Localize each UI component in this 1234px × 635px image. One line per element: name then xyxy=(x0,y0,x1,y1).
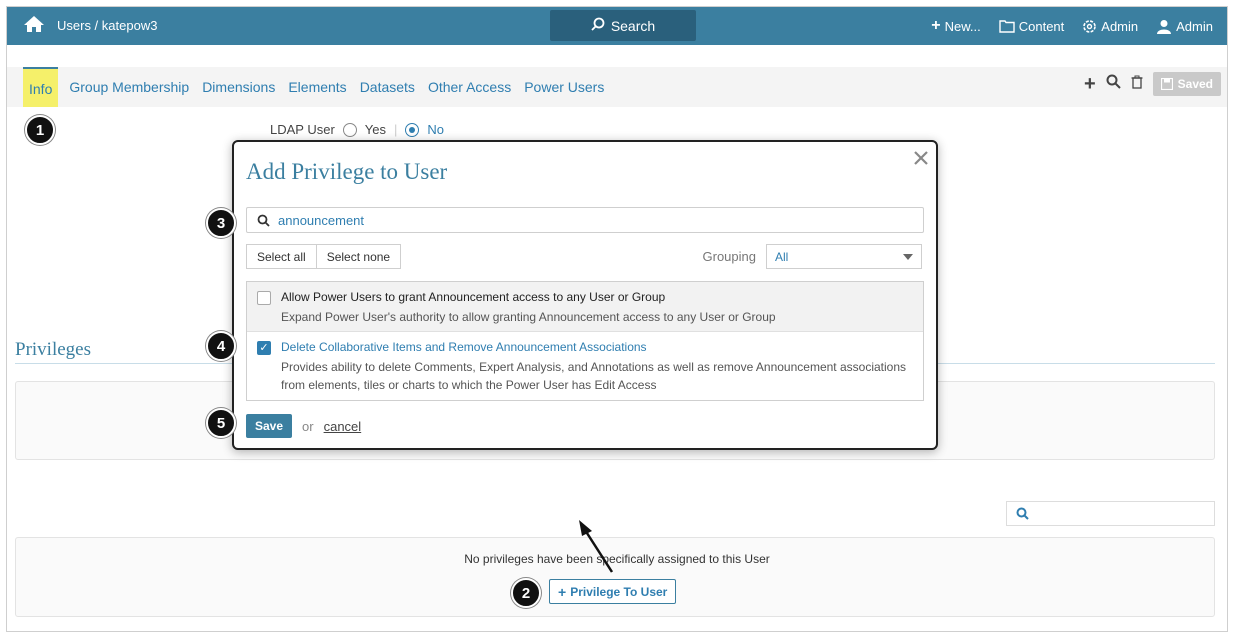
callout-2: 2 xyxy=(511,578,541,608)
ldap-yes-radio[interactable] xyxy=(342,122,357,137)
privilege-checkbox-checked[interactable]: ✓ xyxy=(257,341,271,355)
callout-4: 4 xyxy=(206,331,236,361)
divider: | xyxy=(394,122,398,137)
tab-dimensions[interactable]: Dimensions xyxy=(202,67,275,107)
top-right-nav: + New... Content Admin Admin xyxy=(931,17,1213,35)
plus-icon: + xyxy=(558,583,567,600)
tab-elements[interactable]: Elements xyxy=(288,67,346,107)
chevron-down-icon xyxy=(903,253,913,260)
add-privilege-modal: Add Privilege to User announcement Selec… xyxy=(232,140,938,450)
breadcrumb: Users / katepow3 xyxy=(23,15,157,36)
selection-buttons: Select all Select none xyxy=(246,244,402,269)
tab-datasets[interactable]: Datasets xyxy=(360,67,415,107)
callout-5: 5 xyxy=(206,408,236,438)
tab-other-access[interactable]: Other Access xyxy=(428,67,511,107)
user-label: Admin xyxy=(1176,18,1213,34)
grouping-field: Grouping All xyxy=(703,244,922,269)
user-menu[interactable]: Admin xyxy=(1156,19,1213,34)
page-toolbar: + Saved xyxy=(1084,72,1221,96)
list-item[interactable]: ✓ Delete Collaborative Items and Remove … xyxy=(247,332,923,400)
search-icon xyxy=(1016,507,1029,520)
add-icon[interactable]: + xyxy=(1084,73,1096,96)
breadcrumb-text[interactable]: Users / katepow3 xyxy=(57,18,157,33)
ldap-yes-label: Yes xyxy=(364,122,387,137)
ldap-label: LDAP User xyxy=(270,122,335,137)
ldap-user-field: LDAP User Yes | No xyxy=(270,122,444,137)
trash-icon[interactable] xyxy=(1131,75,1143,94)
gear-icon xyxy=(1083,19,1097,33)
new-label: New... xyxy=(944,18,981,34)
content-label: Content xyxy=(1018,18,1065,34)
privilege-list: Allow Power Users to grant Announcement … xyxy=(246,281,924,401)
select-none-button[interactable]: Select none xyxy=(316,244,402,269)
home-icon[interactable] xyxy=(23,15,45,36)
saved-button[interactable]: Saved xyxy=(1152,72,1221,96)
content-menu[interactable]: Content xyxy=(999,18,1065,34)
search-label: Search xyxy=(610,17,656,34)
folder-icon xyxy=(999,20,1015,33)
list-item[interactable]: Allow Power Users to grant Announcement … xyxy=(247,282,923,332)
ldap-no-label: No xyxy=(427,122,445,137)
callout-3: 3 xyxy=(206,208,236,238)
search-icon[interactable] xyxy=(1106,74,1121,94)
close-icon[interactable] xyxy=(914,148,928,171)
saved-label: Saved xyxy=(1177,77,1213,91)
save-icon xyxy=(1160,78,1173,90)
new-menu[interactable]: + New... xyxy=(931,17,980,35)
select-all-button[interactable]: Select all xyxy=(246,244,317,269)
plus-icon: + xyxy=(931,17,941,34)
privileges-panel-bottom xyxy=(15,537,1215,617)
add-privilege-label: Privilege To User xyxy=(570,584,668,599)
privileges-heading: Privileges xyxy=(15,339,91,360)
privilege-title: Allow Power Users to grant Announcement … xyxy=(281,290,666,304)
modal-title: Add Privilege to User xyxy=(246,159,448,184)
grouping-label: Grouping xyxy=(702,249,756,264)
search-icon xyxy=(591,17,605,34)
top-navigation-bar: Users / katepow3 Search + New... Content … xyxy=(7,7,1227,45)
tab-group-membership[interactable]: Group Membership xyxy=(69,67,189,107)
no-privileges-text: No privileges have been specifically ass… xyxy=(464,552,770,566)
tab-power-users[interactable]: Power Users xyxy=(524,67,604,107)
modal-search-input[interactable]: announcement xyxy=(246,207,924,233)
tab-info[interactable]: Info xyxy=(23,67,59,107)
admin-menu[interactable]: Admin xyxy=(1082,19,1138,34)
grouping-value: All xyxy=(775,249,789,264)
app-frame: Users / katepow3 Search + New... Content … xyxy=(6,6,1228,632)
or-text: or xyxy=(302,418,314,434)
privileges-search-input[interactable] xyxy=(1006,501,1215,526)
privilege-checkbox[interactable] xyxy=(257,291,271,305)
modal-search-value: announcement xyxy=(278,212,365,228)
privilege-description: Provides ability to delete Comments, Exp… xyxy=(281,360,907,392)
user-icon xyxy=(1157,19,1172,34)
save-button[interactable]: Save xyxy=(246,414,293,438)
ldap-no-radio[interactable] xyxy=(405,122,420,137)
modal-footer: Save or cancel xyxy=(246,414,361,438)
privilege-description: Expand Power User's authority to allow g… xyxy=(281,310,776,324)
privilege-title: Delete Collaborative Items and Remove An… xyxy=(281,340,647,354)
global-search-button[interactable]: Search xyxy=(550,10,696,41)
search-icon xyxy=(257,214,270,227)
add-privilege-button[interactable]: + Privilege To User xyxy=(549,579,677,604)
callout-1: 1 xyxy=(25,115,55,145)
tab-list: Info Group Membership Dimensions Element… xyxy=(23,67,604,107)
cancel-link[interactable]: cancel xyxy=(324,419,362,434)
grouping-select[interactable]: All xyxy=(766,244,922,269)
admin-label: Admin xyxy=(1101,18,1139,34)
